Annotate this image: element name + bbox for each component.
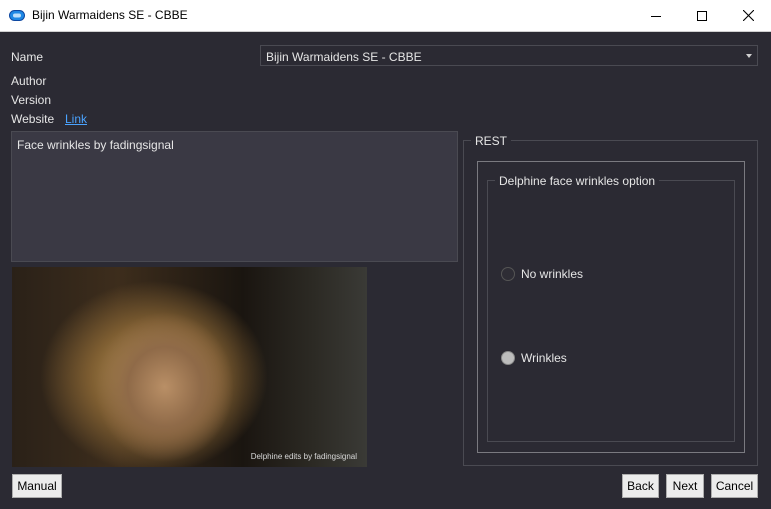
- chevron-down-icon: [746, 54, 752, 58]
- link-chain-icon: [9, 10, 25, 21]
- maximize-icon: [697, 10, 707, 21]
- name-select-value: Bijin Warmaidens SE - CBBE: [266, 50, 422, 64]
- version-label: Version: [11, 93, 52, 107]
- close-button[interactable]: [725, 0, 771, 31]
- wrinkles-option-title: Delphine face wrinkles option: [495, 174, 660, 188]
- radio-button-selected[interactable]: [501, 351, 515, 365]
- next-button[interactable]: Next: [666, 474, 704, 498]
- rest-group-title: REST: [471, 134, 512, 148]
- cancel-button[interactable]: Cancel: [711, 474, 758, 498]
- name-label: Name: [11, 50, 44, 64]
- radio-no-wrinkles[interactable]: No wrinkles: [501, 266, 583, 282]
- author-label: Author: [11, 74, 47, 88]
- radio-wrinkles[interactable]: Wrinkles: [501, 350, 567, 366]
- radio-label: No wrinkles: [521, 267, 584, 281]
- wrinkles-option-group: [487, 180, 735, 442]
- radio-label: Wrinkles: [521, 351, 567, 365]
- minimize-icon: [651, 15, 661, 17]
- description-box[interactable]: Face wrinkles by fadingsignal: [11, 131, 458, 262]
- minimize-button[interactable]: [633, 0, 679, 31]
- preview-image: Delphine edits by fadingsignal: [12, 267, 367, 467]
- description-text: Face wrinkles by fadingsignal: [17, 138, 174, 152]
- close-icon: [742, 10, 754, 21]
- manual-button[interactable]: Manual: [12, 474, 62, 498]
- radio-button[interactable]: [501, 267, 515, 281]
- window-title: Bijin Warmaidens SE - CBBE: [32, 8, 188, 22]
- name-select[interactable]: Bijin Warmaidens SE - CBBE: [260, 45, 758, 66]
- maximize-button[interactable]: [679, 0, 725, 31]
- preview-caption: Delphine edits by fadingsignal: [250, 452, 357, 461]
- back-button[interactable]: Back: [622, 474, 659, 498]
- website-label: Website: [11, 112, 55, 126]
- website-link[interactable]: Link: [65, 112, 87, 126]
- title-bar: Bijin Warmaidens SE - CBBE: [0, 0, 771, 32]
